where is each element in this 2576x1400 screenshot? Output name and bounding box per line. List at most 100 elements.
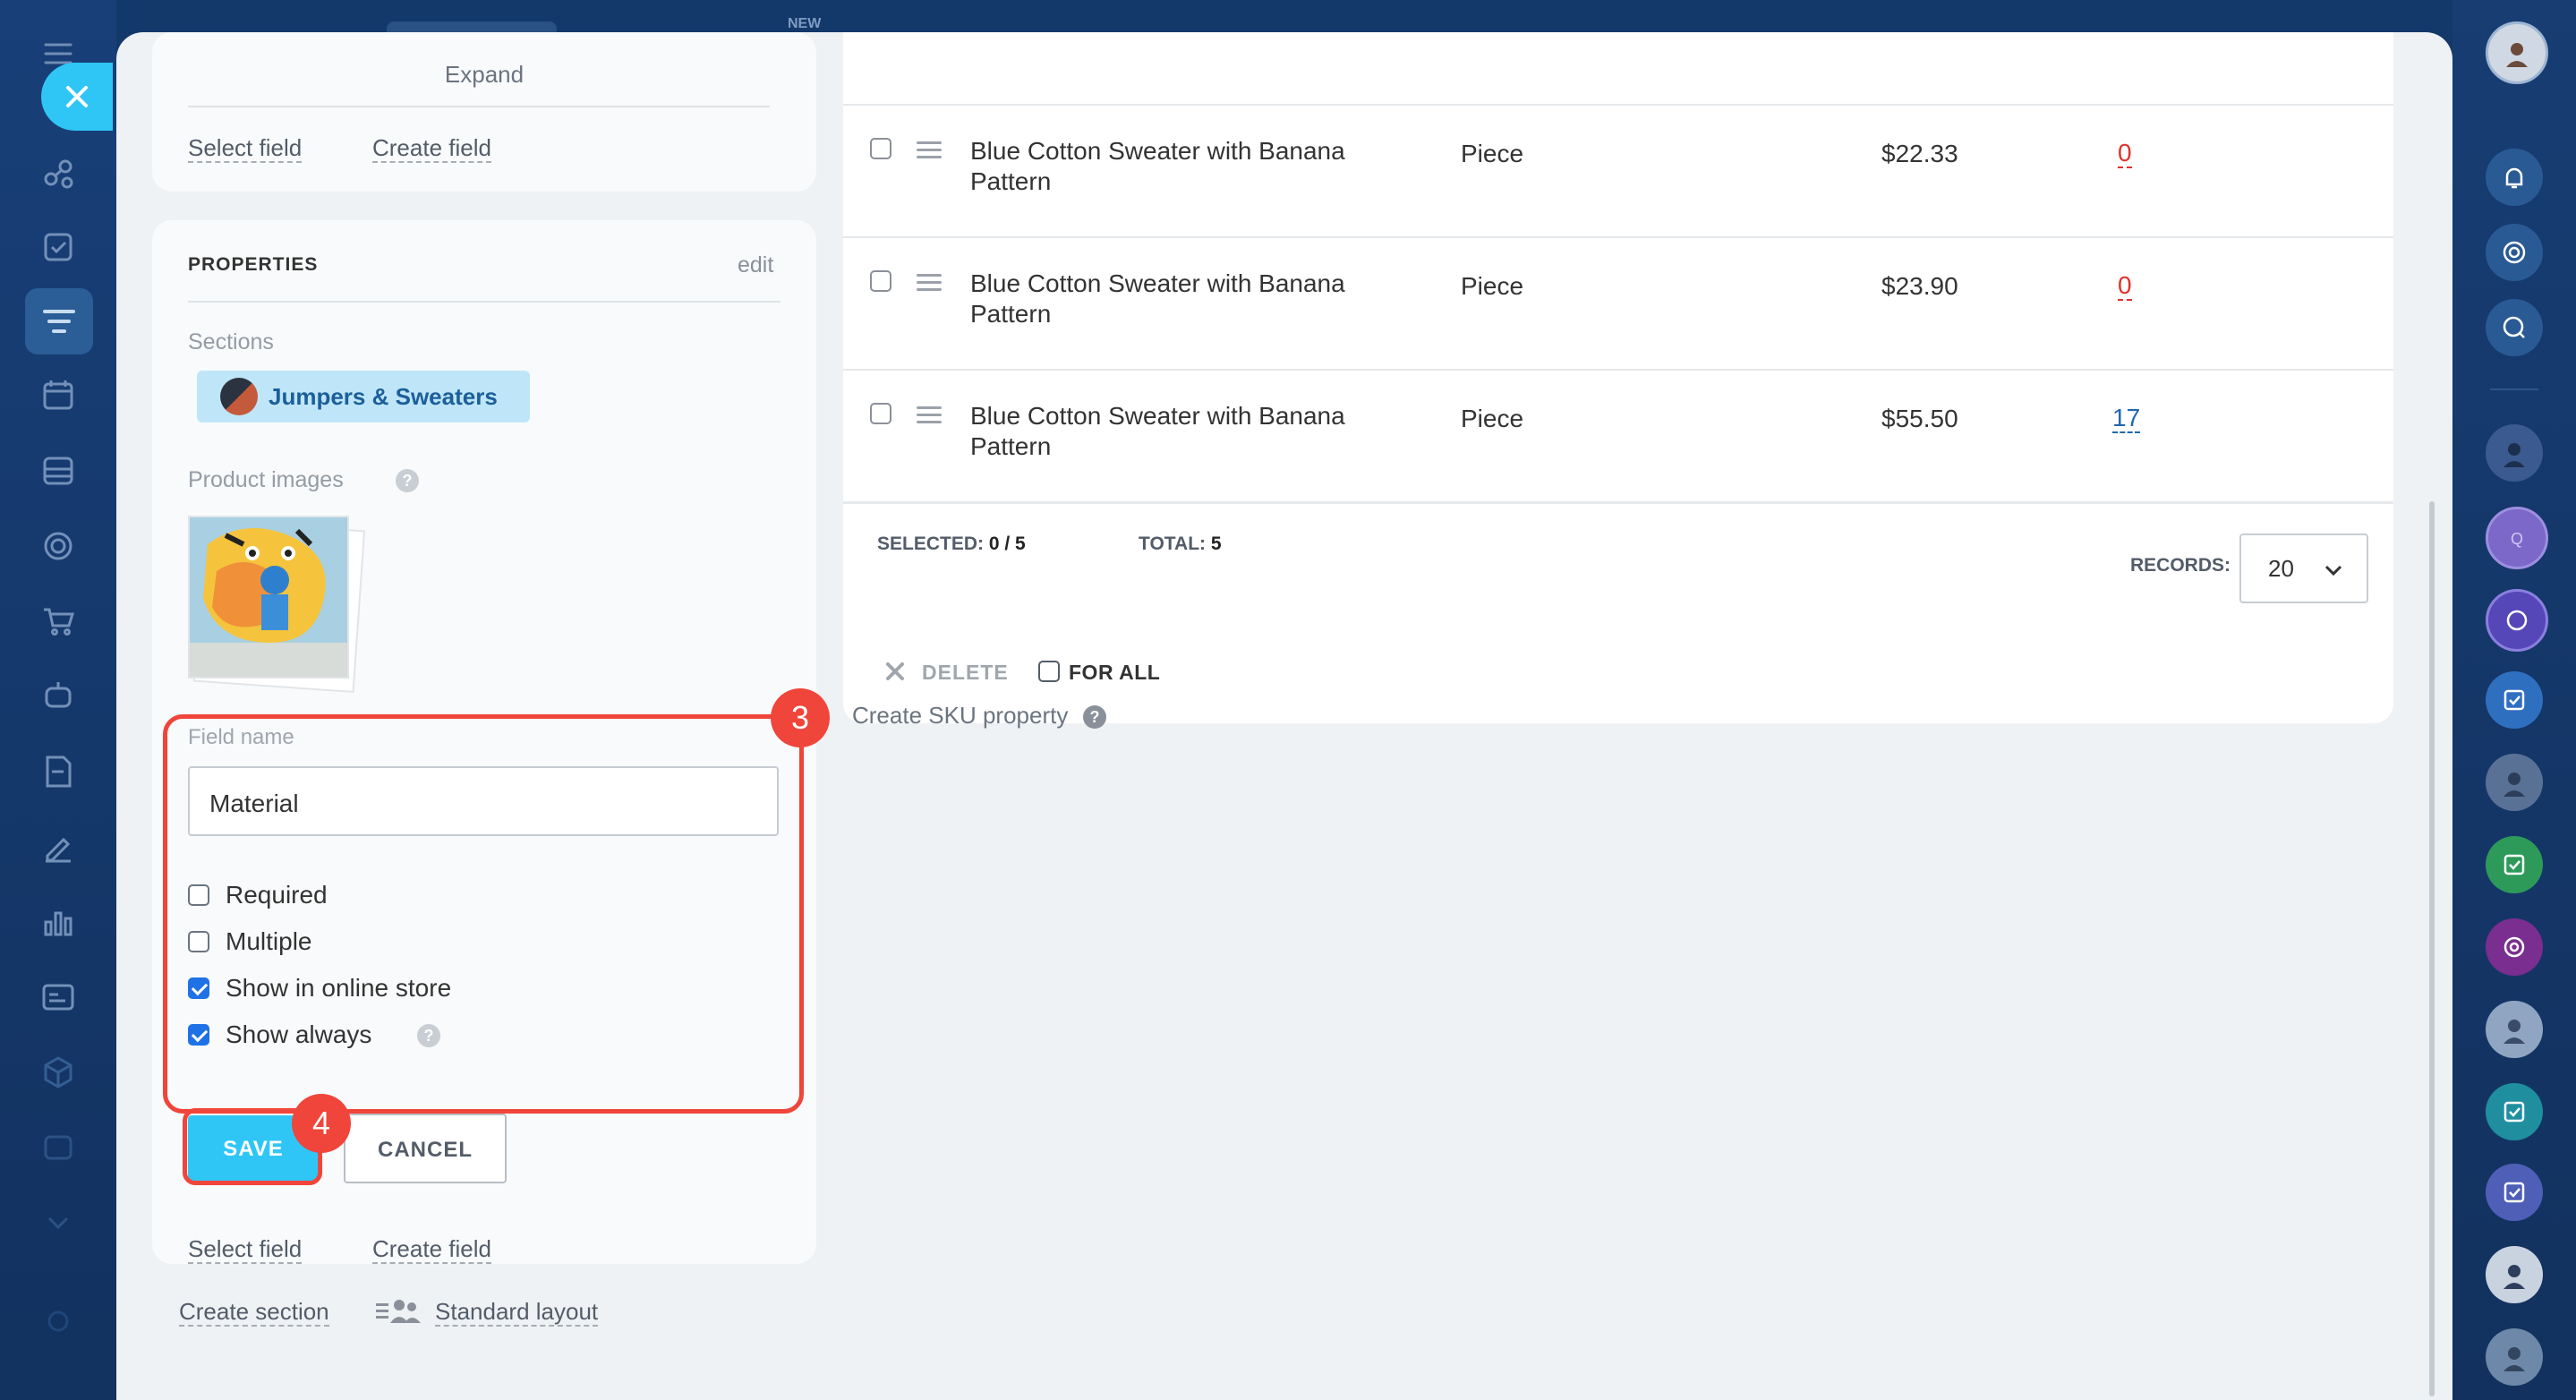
product-images-label: Product images: [188, 467, 344, 492]
chat-search-icon[interactable]: [2486, 299, 2543, 356]
field-editor-highlight: [163, 714, 804, 1114]
row-divider: [843, 236, 2393, 238]
openline-icon[interactable]: [2486, 918, 2543, 976]
create-field-link[interactable]: Create field: [372, 134, 491, 163]
tasks-icon[interactable]: [38, 227, 78, 267]
row-unit: Piece: [1461, 405, 1524, 432]
storage-icon[interactable]: [38, 451, 78, 491]
task-chat-icon-2[interactable]: [2486, 836, 2543, 893]
right-divider: [2490, 388, 2538, 390]
row-quantity[interactable]: 17: [2112, 405, 2141, 433]
help-icon[interactable]: ?: [396, 469, 419, 492]
divider: [188, 301, 780, 303]
total-value: 5: [1210, 534, 1222, 554]
properties-title: PROPERTIES: [188, 254, 319, 275]
row-price: $23.90: [1881, 272, 1958, 300]
contact-avatar-2[interactable]: [2486, 754, 2543, 811]
row-checkbox[interactable]: [870, 270, 891, 292]
row-title[interactable]: Blue Cotton Sweater with Banana Pattern: [970, 269, 1400, 329]
row-unit: Piece: [1461, 272, 1524, 300]
records-label: RECORDS:: [2130, 555, 2231, 576]
delete-button[interactable]: DELETE: [922, 661, 1009, 685]
contact-avatar-4[interactable]: [2486, 1246, 2543, 1303]
select-field-link[interactable]: Select field: [188, 134, 303, 163]
sign-icon[interactable]: [38, 827, 78, 866]
records-select[interactable]: 20: [2239, 534, 2368, 603]
task-chat-icon-4[interactable]: [2486, 1164, 2543, 1221]
help-icon[interactable]: ?: [1083, 705, 1106, 729]
cart-icon[interactable]: [38, 602, 78, 641]
row-title[interactable]: Blue Cotton Sweater with Banana Pattern: [970, 401, 1400, 462]
task-chat-icon-1[interactable]: [2486, 671, 2543, 729]
select-field-link-bottom[interactable]: Select field: [188, 1235, 303, 1264]
cancel-button[interactable]: CANCEL: [344, 1114, 507, 1183]
drag-handle-icon[interactable]: [917, 274, 942, 295]
scrollbar[interactable]: [2429, 501, 2435, 1396]
total-label: TOTAL:: [1139, 534, 1207, 554]
create-sku-property-link[interactable]: Create SKU property: [852, 702, 1068, 730]
delete-icon: [886, 662, 904, 680]
catalog-menu-item[interactable]: [25, 288, 93, 354]
row-quantity[interactable]: 0: [2118, 140, 2132, 168]
row-price: $55.50: [1881, 405, 1958, 432]
selected-label: SELECTED:: [877, 534, 985, 554]
section-tag[interactable]: Jumpers & Sweaters: [197, 371, 530, 423]
row-unit: Piece: [1461, 140, 1524, 167]
step-badge-4: 4: [292, 1094, 351, 1153]
for-all-checkbox[interactable]: [1038, 661, 1060, 682]
expand-button[interactable]: Expand: [152, 61, 816, 89]
sku-table-card: Blue Cotton Sweater with Banana Pattern …: [843, 32, 2393, 671]
selected-counter: SELECTED: 0 / 5: [877, 534, 1026, 555]
create-section-link[interactable]: Create section: [179, 1298, 329, 1327]
section-card-top: Expand Select field Create field: [152, 32, 816, 192]
target-icon[interactable]: [38, 526, 78, 566]
analytics-icon[interactable]: [38, 902, 78, 942]
notifications-icon[interactable]: [2486, 149, 2543, 206]
robot-icon[interactable]: [38, 677, 78, 716]
filter-icon: [43, 310, 75, 333]
sites-icon[interactable]: [38, 977, 78, 1017]
new-label: NEW: [788, 16, 822, 31]
create-field-link-bottom[interactable]: Create field: [372, 1235, 491, 1264]
crm-icon[interactable]: [38, 154, 78, 193]
row-price: $22.33: [1881, 140, 1958, 167]
user-avatar[interactable]: [2486, 21, 2548, 84]
settings-icon[interactable]: [38, 1302, 78, 1341]
group-chat-icon[interactable]: [2486, 589, 2548, 652]
row-checkbox[interactable]: [870, 403, 891, 424]
step-badge-3: 3: [771, 688, 830, 747]
document-icon[interactable]: [38, 752, 78, 791]
section-tag-label: Jumpers & Sweaters: [269, 383, 498, 410]
total-counter: TOTAL: 5: [1139, 534, 1222, 555]
contact-avatar-5[interactable]: [2486, 1328, 2543, 1386]
left-app-bar: [0, 0, 116, 1400]
close-slider-button[interactable]: [41, 63, 113, 131]
row-title[interactable]: Blue Cotton Sweater with Banana Pattern: [970, 136, 1400, 197]
contact-avatar-q[interactable]: Q: [2486, 507, 2548, 569]
task-chat-icon-3[interactable]: [2486, 1083, 2543, 1140]
hr-icon[interactable]: [38, 1128, 78, 1167]
close-icon: [66, 86, 88, 107]
divider: [188, 106, 770, 107]
contact-avatar-1[interactable]: [2486, 424, 2543, 482]
for-all-label: FOR ALL: [1069, 661, 1161, 684]
chevron-down-icon: [2324, 565, 2342, 576]
box-icon[interactable]: [38, 1053, 78, 1092]
sections-label: Sections: [188, 329, 274, 354]
copilot-icon[interactable]: [2486, 224, 2543, 281]
standard-layout-link[interactable]: Standard layout: [435, 1298, 599, 1327]
row-checkbox[interactable]: [870, 138, 891, 159]
selected-value: 0 / 5: [988, 534, 1026, 554]
chevron-down-icon[interactable]: [38, 1203, 78, 1242]
row-quantity[interactable]: 0: [2118, 272, 2132, 301]
records-value: 20: [2268, 555, 2294, 582]
product-image[interactable]: [188, 516, 349, 679]
row-divider: [843, 369, 2393, 371]
section-tag-image: [220, 378, 258, 415]
drag-handle-icon[interactable]: [917, 141, 942, 163]
drag-handle-icon[interactable]: [917, 406, 942, 428]
edit-properties-link[interactable]: edit: [738, 252, 773, 278]
calendar-icon[interactable]: [38, 376, 78, 415]
contact-avatar-3[interactable]: [2486, 1001, 2543, 1058]
product-slider-panel: Expand Select field Create field PROPERT…: [116, 32, 2452, 1400]
